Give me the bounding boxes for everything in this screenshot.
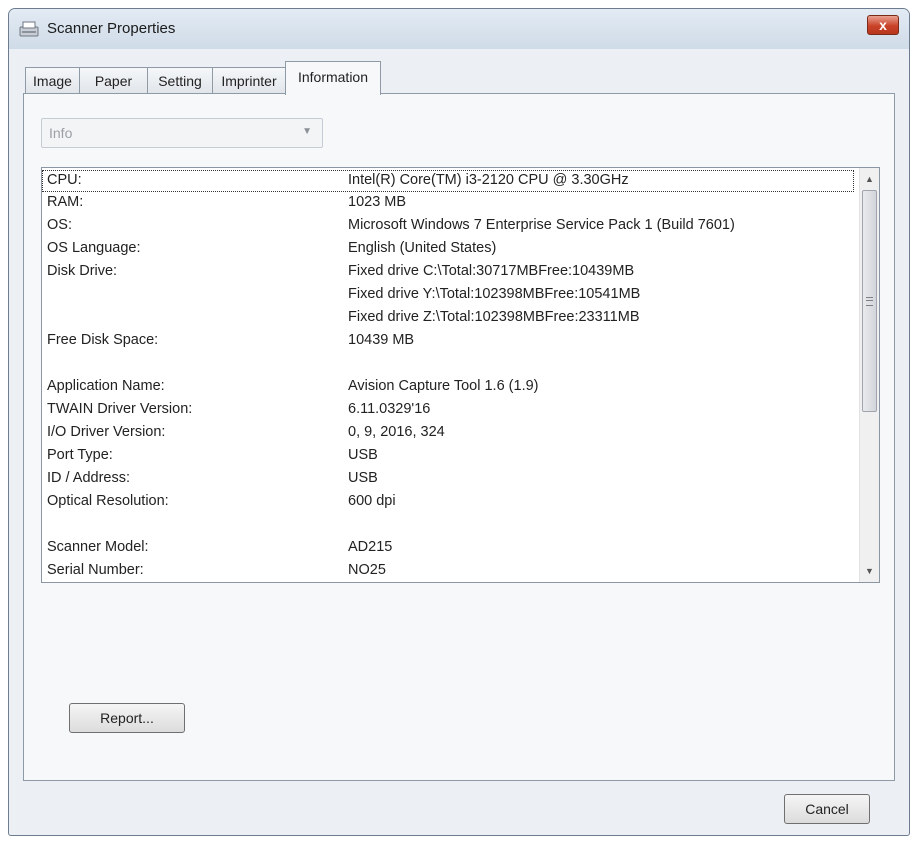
info-label: Optical Resolution: bbox=[47, 493, 169, 509]
info-row-os-language[interactable]: OS Language: English (United States) bbox=[42, 238, 854, 260]
info-value: Fixed drive Y:\Total:102398MBFree:10541M… bbox=[348, 286, 641, 302]
info-label: ID / Address: bbox=[47, 470, 131, 486]
tab-image[interactable]: Image bbox=[25, 67, 80, 94]
info-row-optical-resolution[interactable]: Optical Resolution: 600 dpi bbox=[42, 491, 854, 513]
info-label: RAM: bbox=[47, 194, 84, 210]
info-label: Scanner Model: bbox=[47, 539, 149, 555]
info-label: OS: bbox=[47, 217, 72, 233]
info-value: Fixed drive C:\Total:30717MBFree:10439MB bbox=[348, 263, 635, 279]
info-value: Avision Capture Tool 1.6 (1.9) bbox=[348, 378, 539, 394]
info-value: 0, 9, 2016, 324 bbox=[348, 424, 445, 440]
info-row-disk-drive[interactable]: Disk Drive: Fixed drive C:\Total:30717MB… bbox=[42, 261, 854, 283]
title-bar[interactable]: Scanner Properties x bbox=[9, 9, 909, 49]
info-value: USB bbox=[348, 447, 378, 463]
info-dropdown-value: Info bbox=[49, 125, 73, 141]
tab-label: Image bbox=[33, 73, 72, 89]
chevron-down-icon: ▼ bbox=[302, 126, 312, 137]
info-row-twain-driver-version[interactable]: TWAIN Driver Version: 6.11.0329'16 bbox=[42, 399, 854, 421]
tab-paper[interactable]: Paper bbox=[79, 67, 148, 94]
info-label: Serial Number: bbox=[47, 562, 144, 578]
info-label: I/O Driver Version: bbox=[47, 424, 166, 440]
grip-icon bbox=[866, 297, 873, 306]
tab-label: Paper bbox=[94, 73, 133, 89]
info-row-id-address[interactable]: ID / Address: USB bbox=[42, 468, 854, 490]
tab-imprinter[interactable]: Imprinter bbox=[212, 67, 286, 94]
scroll-down-arrow-icon[interactable]: ▼ bbox=[860, 562, 879, 580]
info-label: Disk Drive: bbox=[47, 263, 118, 279]
info-value: 6.11.0329'16 bbox=[348, 401, 431, 417]
scroll-up-arrow-icon[interactable]: ▲ bbox=[860, 170, 879, 188]
info-row-free-disk-space[interactable]: Free Disk Space: 10439 MB bbox=[42, 330, 854, 352]
info-row-scanner-model[interactable]: Scanner Model: AD215 bbox=[42, 537, 854, 559]
scanner-properties-window: Scanner Properties x Image Paper Setting… bbox=[8, 8, 910, 836]
info-label: Free Disk Space: bbox=[47, 332, 159, 348]
info-value: NO25 bbox=[348, 562, 386, 578]
scroll-thumb[interactable] bbox=[862, 190, 877, 412]
info-row-os[interactable]: OS: Microsoft Windows 7 Enterprise Servi… bbox=[42, 215, 854, 237]
info-label: CPU: bbox=[47, 172, 82, 188]
info-value: Fixed drive Z:\Total:102398MBFree:23311M… bbox=[348, 309, 640, 325]
info-row-io-driver-version[interactable]: I/O Driver Version: 0, 9, 2016, 324 bbox=[42, 422, 854, 444]
info-row-disk-drive-z[interactable]: Fixed drive Z:\Total:102398MBFree:23311M… bbox=[42, 307, 854, 329]
info-value: 600 dpi bbox=[348, 493, 396, 509]
info-value: English (United States) bbox=[348, 240, 497, 256]
info-label: Port Type: bbox=[47, 447, 113, 463]
info-value: Intel(R) Core(TM) i3-2120 CPU @ 3.30GHz bbox=[348, 172, 629, 188]
window-title: Scanner Properties bbox=[47, 20, 176, 37]
info-row-disk-drive-y[interactable]: Fixed drive Y:\Total:102398MBFree:10541M… bbox=[42, 284, 854, 306]
info-dropdown[interactable]: Info ▼ bbox=[41, 118, 323, 148]
tab-setting[interactable]: Setting bbox=[147, 67, 213, 94]
info-value: USB bbox=[348, 470, 378, 486]
info-label: OS Language: bbox=[47, 240, 141, 256]
vertical-scrollbar[interactable]: ▲ ▼ bbox=[859, 168, 879, 582]
info-row-cpu[interactable]: CPU: Intel(R) Core(TM) i3-2120 CPU @ 3.3… bbox=[42, 170, 854, 192]
info-value: 1023 MB bbox=[348, 194, 407, 210]
info-value: Microsoft Windows 7 Enterprise Service P… bbox=[348, 217, 735, 233]
report-button[interactable]: Report... bbox=[69, 703, 185, 733]
scanner-icon bbox=[19, 21, 39, 37]
info-row-serial-number[interactable]: Serial Number: NO25 bbox=[42, 560, 854, 582]
tab-label: Information bbox=[297, 69, 369, 85]
info-value: AD215 bbox=[348, 539, 393, 555]
info-row-application-name[interactable]: Application Name: Avision Capture Tool 1… bbox=[42, 376, 854, 398]
information-panel: Info ▼ CPU: Intel(R) Core(TM) i3-2120 CP… bbox=[23, 93, 895, 781]
info-list[interactable]: CPU: Intel(R) Core(TM) i3-2120 CPU @ 3.3… bbox=[41, 167, 880, 583]
close-button[interactable]: x bbox=[867, 15, 899, 35]
info-row-ram[interactable]: RAM: 1023 MB bbox=[42, 192, 854, 214]
cancel-button[interactable]: Cancel bbox=[784, 794, 870, 824]
info-value: 10439 MB bbox=[348, 332, 415, 348]
info-label: Application Name: bbox=[47, 378, 165, 394]
info-row-port-type[interactable]: Port Type: USB bbox=[42, 445, 854, 467]
info-label: TWAIN Driver Version: bbox=[47, 401, 193, 417]
tab-information[interactable]: Information bbox=[285, 61, 381, 95]
tab-label: Imprinter bbox=[221, 73, 277, 89]
tab-label: Setting bbox=[158, 73, 202, 89]
